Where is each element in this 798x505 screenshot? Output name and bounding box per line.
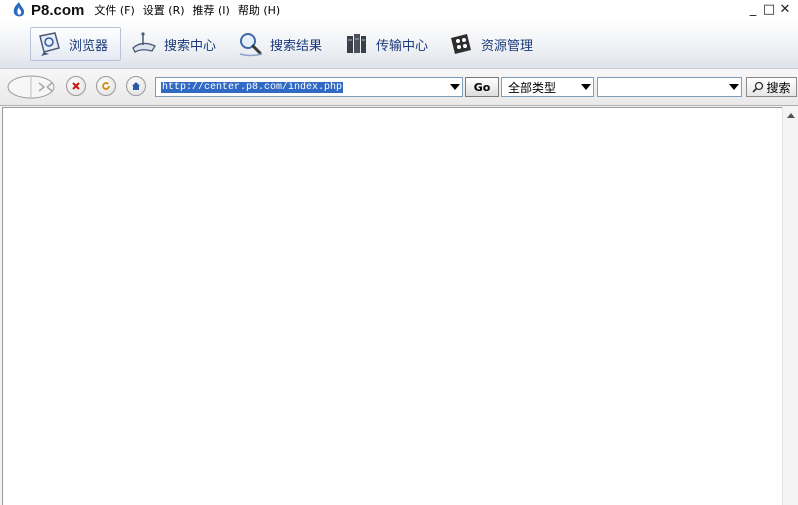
search-button[interactable]: 搜索: [746, 77, 797, 97]
server-icon: [347, 34, 366, 53]
menu-settings[interactable]: 设置 (R): [143, 2, 185, 18]
scroll-up-arrow-icon[interactable]: [787, 113, 795, 118]
search-button-label: 搜索: [766, 80, 791, 95]
type-select[interactable]: 全部类型: [501, 77, 594, 97]
refresh-button[interactable]: [96, 76, 116, 96]
menu-bar: 文件 (F) 设置 (R) 推荐 (I) 帮助 (H): [94, 2, 288, 18]
flame-logo-icon: [13, 2, 25, 17]
refresh-icon: [102, 82, 110, 90]
url-dropdown-arrow-icon[interactable]: [450, 84, 460, 90]
search-icon: [752, 81, 764, 93]
menu-help[interactable]: 帮助 (H): [238, 2, 280, 18]
main-toolbar: 浏览器 搜索中心 搜索结果 传输中心 资源管理: [0, 20, 798, 69]
type-dropdown-arrow-icon[interactable]: [581, 84, 591, 90]
app-logo: P8.com: [10, 1, 84, 19]
back-forward-buttons[interactable]: [6, 74, 56, 100]
tab-resource-manager[interactable]: 资源管理: [443, 27, 537, 61]
home-icon: [132, 82, 140, 90]
tab-transfer-center-label: 传输中心: [376, 38, 429, 54]
magnifier-icon: [239, 33, 263, 57]
keyword-input[interactable]: [597, 77, 742, 97]
go-button[interactable]: Go: [465, 77, 499, 97]
tab-resource-manager-label: 资源管理: [481, 38, 534, 54]
title-bar: P8.com 文件 (F) 设置 (R) 推荐 (I) 帮助 (H) _ □ ✕: [0, 0, 798, 20]
tab-transfer-center[interactable]: 传输中心: [338, 27, 432, 61]
vertical-scrollbar[interactable]: [782, 107, 798, 505]
close-button[interactable]: ✕: [778, 1, 792, 17]
browser-content[interactable]: [2, 107, 782, 505]
tab-search-results-label: 搜索结果: [270, 38, 323, 54]
home-button[interactable]: [126, 76, 146, 96]
tab-browser-label: 浏览器: [69, 38, 109, 54]
address-bar: http://center.p8.com/index.php Go 全部类型 搜…: [0, 69, 798, 106]
tab-search-center[interactable]: 搜索中心: [126, 27, 220, 61]
stop-button[interactable]: [66, 76, 86, 96]
tab-search-center-label: 搜索中心: [164, 38, 217, 54]
app-logo-text: P8.com: [31, 1, 85, 19]
maximize-button[interactable]: □: [762, 1, 776, 17]
minimize-button[interactable]: _: [746, 1, 760, 17]
tab-browser[interactable]: 浏览器: [30, 27, 121, 61]
stop-icon: [72, 82, 80, 90]
satellite-dish-icon: [132, 32, 156, 53]
keyword-dropdown-arrow-icon[interactable]: [729, 84, 739, 90]
url-input[interactable]: http://center.p8.com/index.php: [155, 77, 463, 97]
browser-icon: [39, 32, 60, 56]
type-select-value: 全部类型: [508, 80, 557, 95]
film-reel-icon: [451, 34, 471, 54]
tab-search-results[interactable]: 搜索结果: [232, 27, 326, 61]
menu-file[interactable]: 文件 (F): [94, 2, 134, 18]
menu-recommend[interactable]: 推荐 (I): [193, 2, 230, 18]
url-text: http://center.p8.com/index.php: [161, 81, 344, 93]
window-controls: _ □ ✕: [744, 1, 792, 17]
